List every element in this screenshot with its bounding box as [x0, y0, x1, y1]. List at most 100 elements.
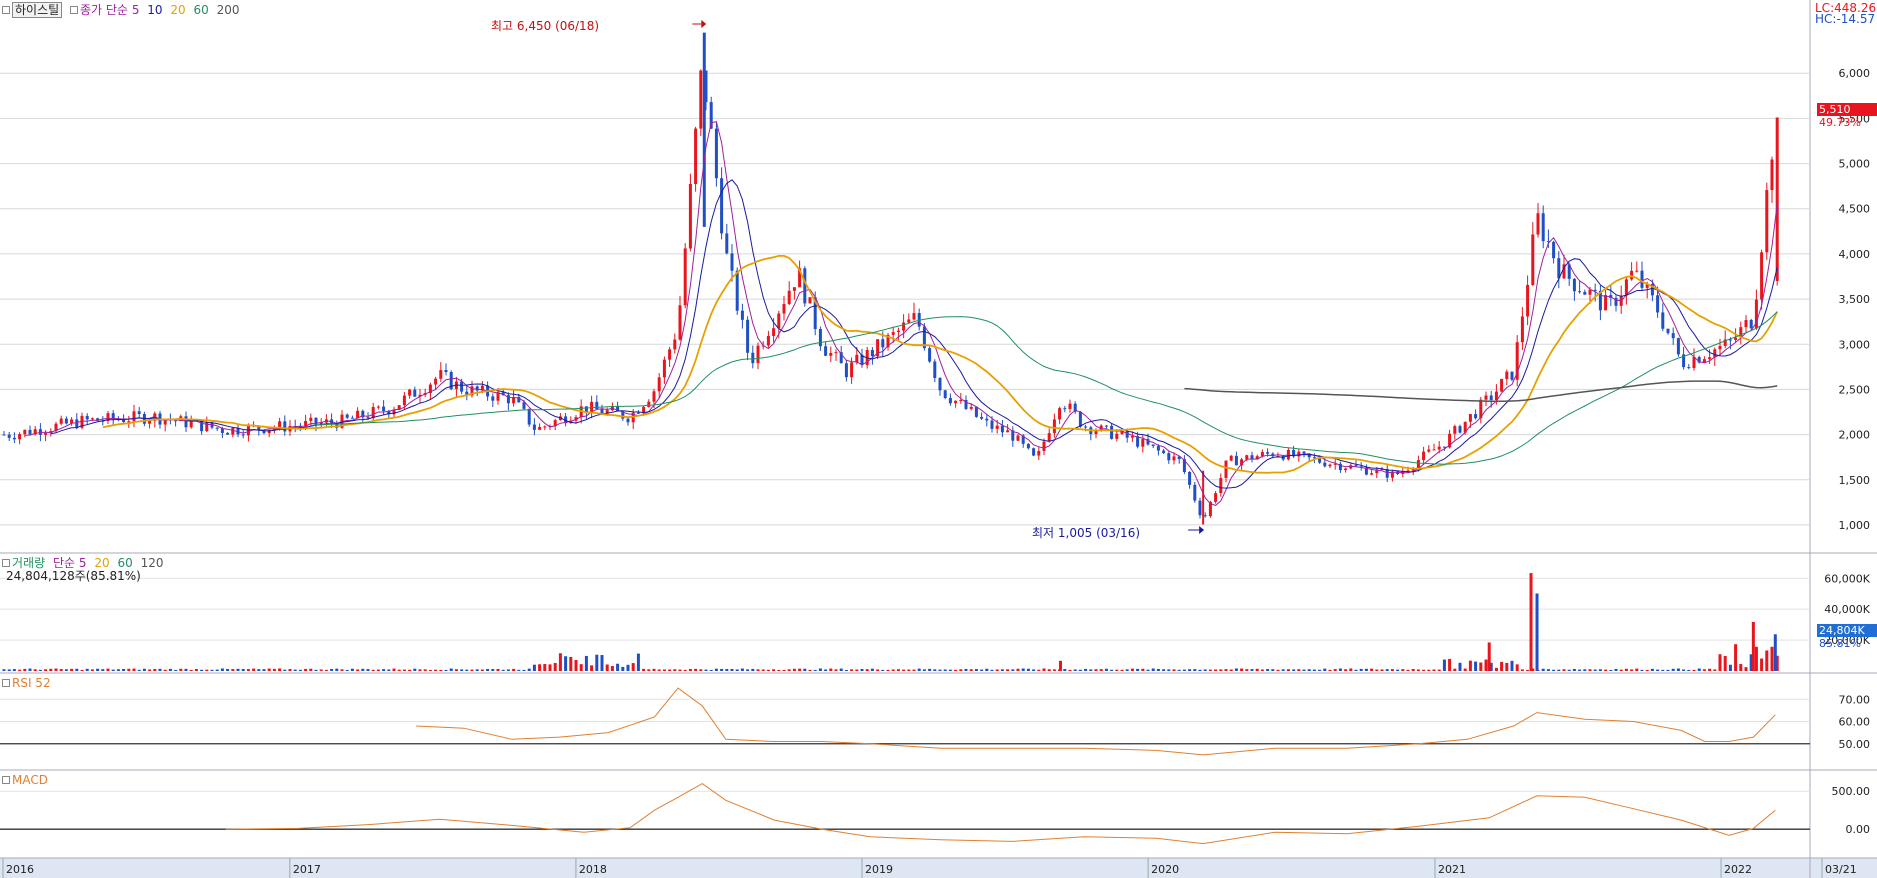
volume-bar: [200, 669, 204, 671]
candle-body: [2, 434, 6, 436]
candle-body: [1437, 446, 1441, 450]
volume-spike: [1529, 573, 1533, 671]
candle-body: [995, 425, 999, 429]
candle-body: [439, 370, 443, 379]
candle-body: [1016, 435, 1020, 441]
candle-body: [23, 429, 27, 435]
volume-bar: [1453, 668, 1457, 671]
volume-bar: [366, 669, 370, 671]
volume-bar: [626, 664, 630, 671]
volume-bar: [1089, 669, 1093, 671]
candle-body: [1765, 189, 1769, 253]
vol-ma-120: 120: [140, 556, 164, 570]
volume-bar: [80, 669, 84, 671]
macd-toggle-icon[interactable]: [2, 776, 10, 784]
candle-body: [1000, 425, 1004, 433]
ma-period-200: 200: [216, 3, 240, 17]
volume-bar: [1468, 660, 1472, 671]
candle-body: [408, 389, 412, 396]
volume-bar: [319, 669, 323, 671]
volume-bar: [933, 669, 937, 671]
volume-bar: [886, 669, 890, 671]
price-tick-label: 1,500: [1839, 474, 1871, 487]
price-tick-label: 4,500: [1839, 203, 1871, 216]
volume-bar: [1765, 650, 1769, 671]
candle-body: [1557, 258, 1561, 279]
volume-bar: [928, 668, 932, 671]
candle-body: [1042, 441, 1046, 451]
volume-bar: [1229, 669, 1233, 671]
volume-bar: [1318, 669, 1322, 671]
current-change: 49.73%: [1819, 116, 1861, 129]
volume-bar: [844, 669, 848, 671]
volume-bar: [668, 669, 672, 671]
volume-bar: [470, 669, 474, 671]
volume-bar: [1208, 669, 1212, 671]
volume-bar: [974, 669, 978, 671]
volume-bar: [1713, 669, 1717, 671]
price-panel-header: 하이스틸 종가 단순 5 10 20 60 200: [2, 1, 240, 18]
volume-bar: [1557, 669, 1561, 671]
ma-toggle-icon[interactable]: [70, 6, 78, 14]
volume-bar: [1390, 669, 1394, 671]
candle-body: [1052, 419, 1056, 434]
volume-bar: [272, 668, 276, 671]
stock-name[interactable]: 하이스틸: [12, 2, 63, 18]
candle-body: [1718, 345, 1722, 350]
candle-body: [64, 418, 68, 424]
volume-bar: [486, 669, 490, 671]
volume-bar: [116, 669, 120, 671]
candle-body: [766, 335, 770, 346]
candle-body: [1744, 319, 1748, 328]
volume-bar: [262, 669, 266, 671]
candle-body: [1526, 284, 1530, 317]
volume-bar: [1645, 669, 1649, 671]
candle-body: [746, 319, 750, 353]
volume-bar: [1598, 669, 1602, 671]
volume-bar: [38, 669, 42, 671]
panel-toggle-icon[interactable]: [2, 6, 10, 14]
candle-body: [1058, 408, 1062, 420]
volume-bar: [907, 669, 911, 671]
volume-bar: [1177, 669, 1181, 671]
candle-body: [1692, 357, 1696, 369]
volume-bar: [1094, 669, 1098, 671]
candle-body: [595, 401, 599, 409]
candle-body: [1214, 493, 1218, 502]
price-tick-label: 6,000: [1839, 67, 1871, 80]
candle-body: [1193, 484, 1197, 501]
volume-bar: [694, 668, 698, 671]
volume-bar: [995, 669, 999, 671]
volume-bar: [1375, 669, 1379, 671]
candle-body: [402, 395, 406, 406]
volume-bar: [1505, 662, 1509, 671]
volume-bar: [122, 669, 126, 671]
volume-bar: [1708, 668, 1712, 671]
volume-bar: [725, 669, 729, 671]
volume-bar: [1609, 669, 1613, 671]
volume-bar: [1271, 669, 1275, 671]
candle-body: [678, 305, 682, 340]
rsi-toggle-icon[interactable]: [2, 679, 10, 687]
volume-bar: [210, 669, 214, 671]
candle-body: [18, 434, 22, 440]
volume-toggle-icon[interactable]: [2, 559, 10, 567]
volume-bar: [241, 668, 245, 671]
volume-bar: [1047, 669, 1051, 671]
candle-body: [241, 434, 245, 436]
candle-body: [1583, 291, 1587, 295]
candle-body: [1572, 278, 1576, 292]
candle-body: [1037, 450, 1041, 456]
volume-bar: [517, 669, 521, 671]
volume-bar: [553, 662, 557, 671]
candle-body: [85, 415, 89, 420]
candle-body: [137, 411, 141, 415]
candle-body: [1224, 460, 1228, 478]
volume-bar: [870, 668, 874, 671]
volume-bar: [917, 668, 921, 671]
candle-body: [475, 386, 479, 391]
candle-body: [1484, 395, 1488, 400]
volume-bar: [631, 663, 635, 671]
candle-body: [205, 422, 209, 432]
volume-bar: [740, 668, 744, 671]
